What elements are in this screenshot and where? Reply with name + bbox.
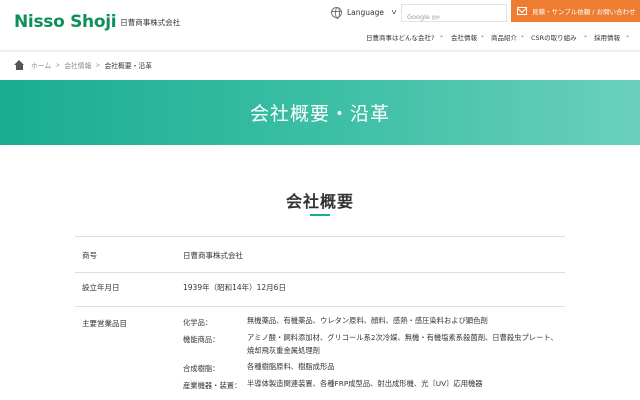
nav-item-csr[interactable]: CSRの取り組み <box>531 32 577 42</box>
product-category: 産業機器・装置： <box>183 381 242 390</box>
row-label: 主要営業品目 <box>82 319 127 328</box>
logo-company-name: 日曹商事株式会社 <box>120 18 181 27</box>
chevron-down-icon: v <box>391 8 397 16</box>
contact-button-label: 見積・サンプル依頼 / お問い合わせ <box>532 8 636 16</box>
product-value: 各種樹脂原料、樹脂成形品 <box>247 362 335 371</box>
nav-item-about[interactable]: 日曹商事はどんな会社? <box>366 32 434 42</box>
globe-icon <box>331 6 342 19</box>
header-divider <box>0 50 640 53</box>
product-category: 化学品： <box>183 318 213 327</box>
product-category: 合成樹脂： <box>183 364 220 373</box>
section-title: 会社概要 <box>285 192 354 211</box>
product-value: アミノ酸・飼料添加材、グリコール系2次冷媒、無機・有機塩素系殺菌剤、日曹殺虫プレ… <box>247 333 558 355</box>
row-value: 1939年（昭和14年）12月6日 <box>183 283 286 292</box>
table-row: 主要営業品目 化学品： 無機薬品、有機薬品、ウレタン原料、顔料、感熱・感圧染料お… <box>75 306 565 400</box>
nav-item-products[interactable]: 商品紹介 <box>491 32 517 42</box>
breadcrumb-current: 会社概要・沿革 <box>104 62 153 70</box>
language-label: Language <box>347 7 385 17</box>
contact-button[interactable]: 見積・サンプル依頼 / お問い合わせ <box>511 0 640 22</box>
chevron-down-icon: ⌄ <box>520 32 526 39</box>
breadcrumb-home[interactable]: ホーム <box>31 60 51 70</box>
nav-item-recruit[interactable]: 採用情報 <box>594 32 620 42</box>
language-selector[interactable]: Language v <box>331 5 397 19</box>
row-label: 設立年月日 <box>82 283 120 292</box>
nav-item-company[interactable]: 会社情報 <box>451 32 477 42</box>
chevron-down-icon: ⌄ <box>439 32 445 39</box>
chevron-down-icon: ⌄ <box>625 32 631 39</box>
breadcrumb-separator: > <box>95 61 101 69</box>
breadcrumb-separator: > <box>55 61 61 69</box>
site-logo[interactable]: Nisso Shoji 日曹商事株式会社 <box>14 12 180 32</box>
chevron-down-icon: ⌄ <box>583 32 589 39</box>
page-title: 会社概要・沿革 <box>249 103 390 125</box>
table-row: 商号 日曹商事株式会社 <box>75 236 565 272</box>
global-nav: 日曹商事はどんな会社? ⌄ 会社情報 ⌄ 商品紹介 ⌄ CSRの取り組み ⌄ 採… <box>0 32 640 44</box>
logo-wordmark: Nisso Shoji <box>14 12 117 32</box>
row-value: 日曹商事株式会社 <box>183 251 243 260</box>
site-header: Nisso Shoji 日曹商事株式会社 Language v Google 提供… <box>0 0 640 50</box>
table-row: 設立年月日 1939年（昭和14年）12月6日 <box>75 272 565 306</box>
breadcrumb: ホーム > 会社情報 > 会社概要・沿革 <box>14 58 152 72</box>
home-icon[interactable] <box>14 60 25 70</box>
mail-icon <box>517 7 527 15</box>
site-search-input[interactable]: Google 提供 <box>401 4 507 22</box>
page-hero: 会社概要・沿革 <box>0 80 640 145</box>
product-value: 無機薬品、有機薬品、ウレタン原料、顔料、感熱・感圧染料および顕色剤 <box>247 316 488 325</box>
search-provider-label: Google 提供 <box>407 13 440 21</box>
row-label: 商号 <box>82 251 97 260</box>
breadcrumb-company[interactable]: 会社情報 <box>64 60 91 70</box>
product-value: 半導体製造関連装置、各種FRP成型品、射出成形機、光〔UV〕応用機器 <box>247 379 483 388</box>
chevron-down-icon: ⌄ <box>480 32 486 39</box>
product-category: 機能商品： <box>183 335 220 344</box>
section-title-underline <box>310 214 330 216</box>
